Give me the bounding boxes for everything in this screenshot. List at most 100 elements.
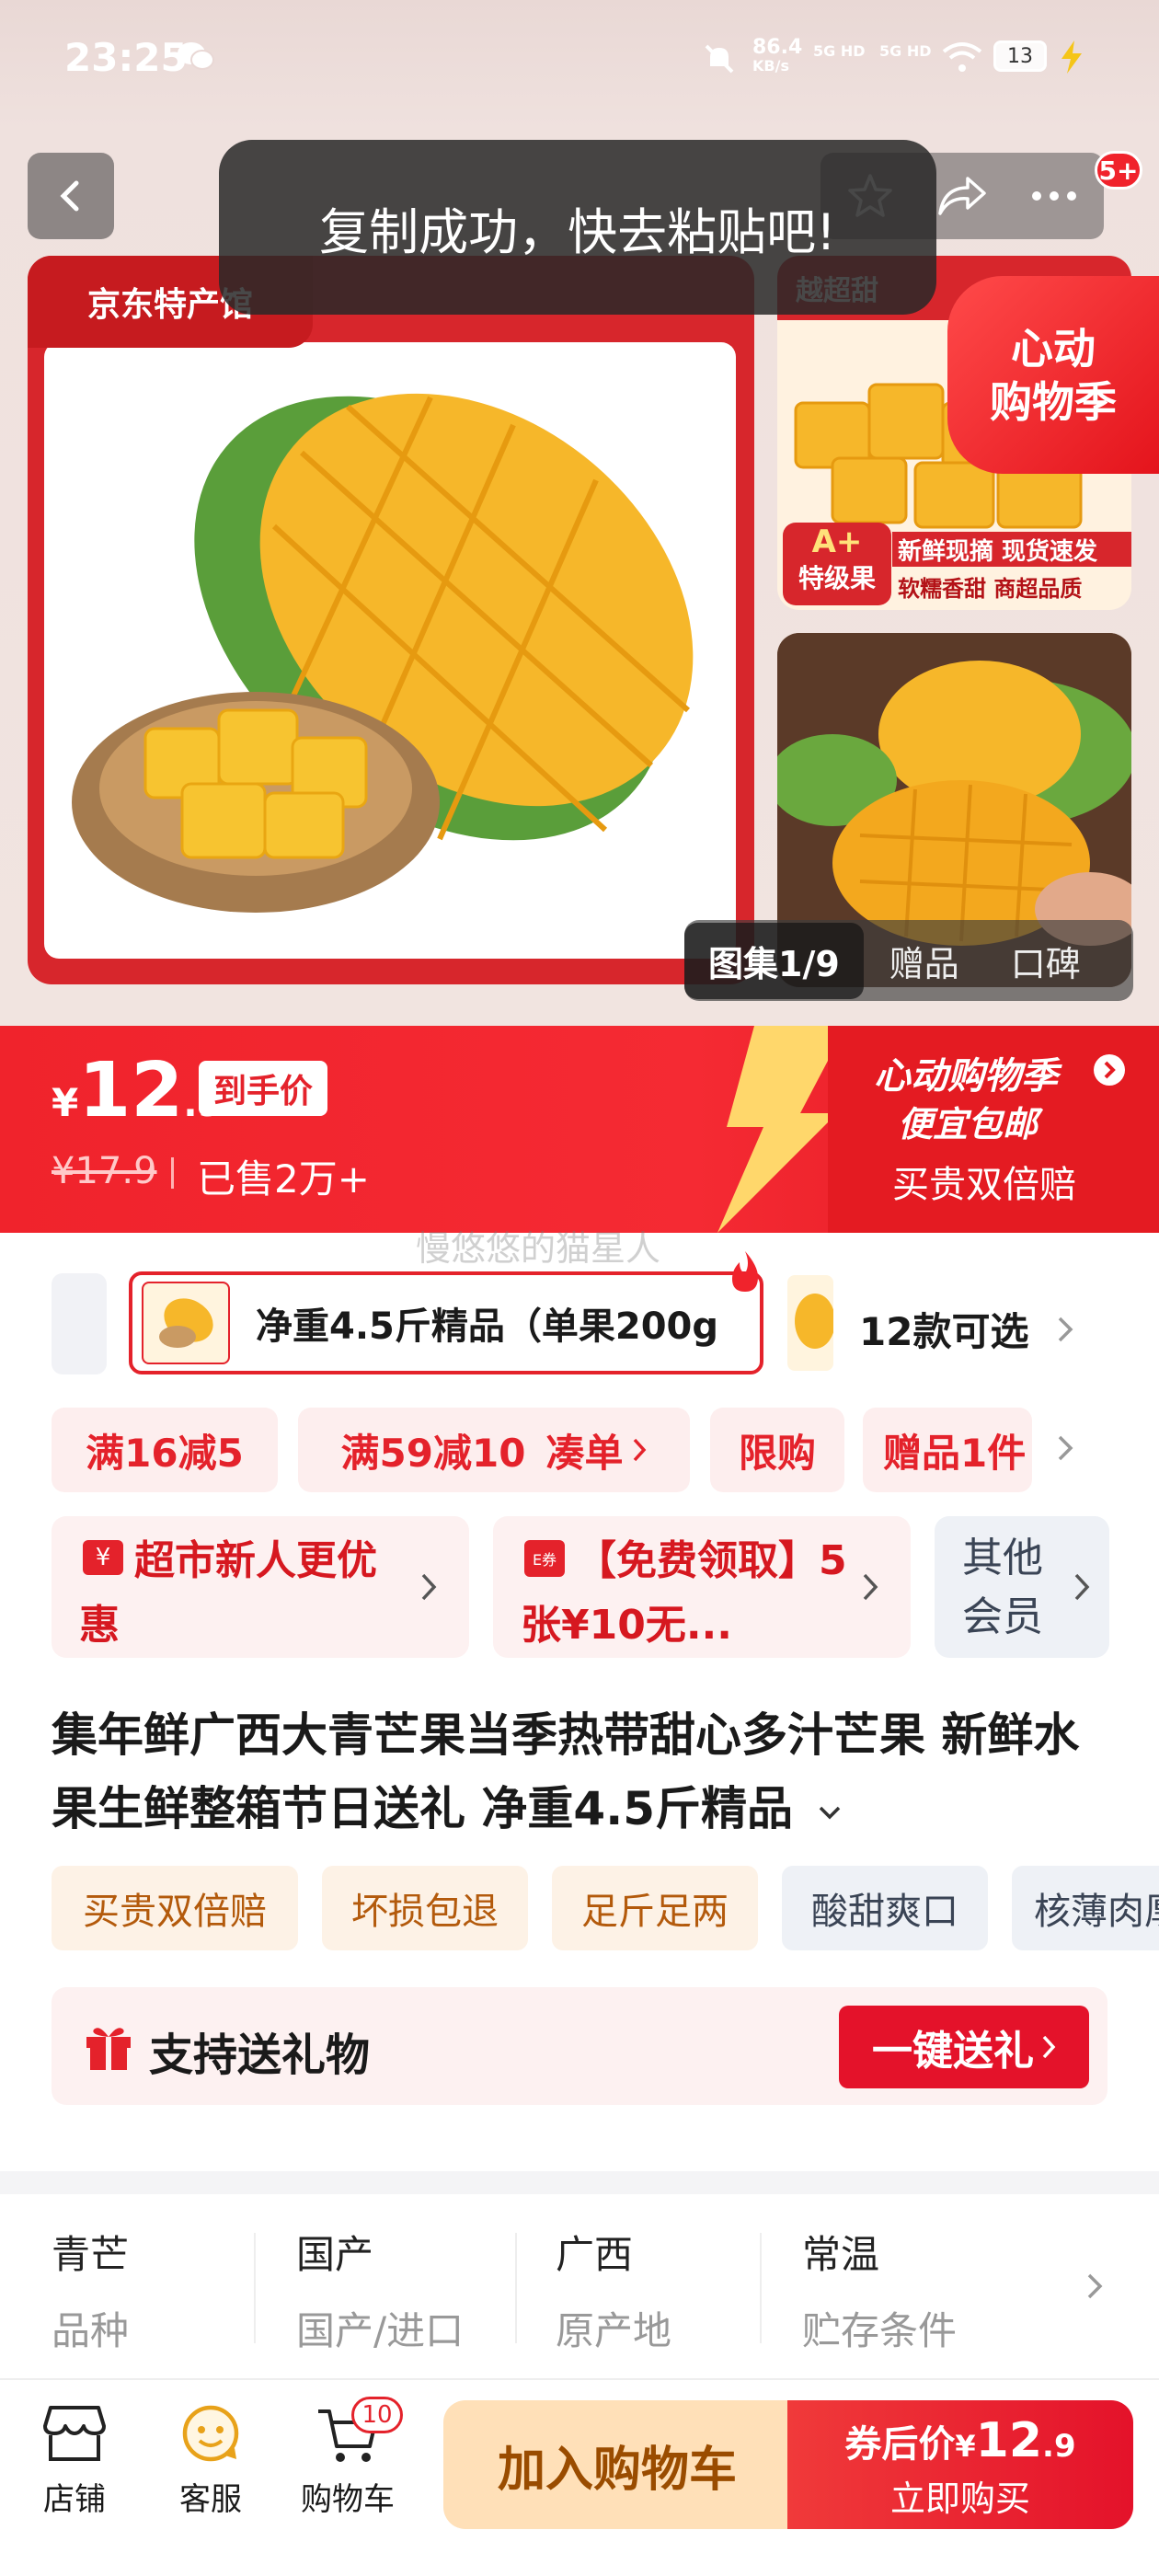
thumbnail-1-caption2: 软糯香甜 商超品质 bbox=[898, 575, 1083, 602]
spec-origin-type: 国产 国产/进口 bbox=[296, 2224, 464, 2356]
wechat-icon bbox=[177, 40, 215, 72]
main-product-image[interactable] bbox=[44, 342, 736, 959]
sold-count: 已售2万+ bbox=[197, 1156, 370, 1202]
price-integer: 12 bbox=[78, 1047, 184, 1134]
buy-now-button[interactable]: 券后价 ¥ 12 .9 立即购买 bbox=[787, 2400, 1133, 2529]
variant-next-thumb[interactable] bbox=[787, 1275, 833, 1371]
cart-button[interactable]: 购物车 10 bbox=[293, 2397, 403, 2519]
shop-button[interactable]: 店铺 bbox=[33, 2402, 116, 2519]
spec-storage-key: 贮存条件 bbox=[802, 2308, 958, 2353]
tag-sweet-sour[interactable]: 酸甜爽口 bbox=[782, 1866, 988, 1950]
variant-count-label: 12款可选 bbox=[859, 1309, 1029, 1354]
final-price-label: 到手价 bbox=[199, 1061, 328, 1116]
chevron-right-icon bbox=[1074, 1573, 1090, 1601]
spec-origin: 广西 原产地 bbox=[556, 2224, 671, 2356]
chevron-right-icon bbox=[1087, 2273, 1103, 2299]
product-title[interactable]: 集年鲜广西大青芒果当季热带甜心多汁芒果 新鲜水果生鲜整箱节日送礼 净重4.5斤精… bbox=[52, 1698, 1109, 1846]
spec-origin-key: 原产地 bbox=[556, 2308, 672, 2353]
product-title-text: 集年鲜广西大青芒果当季热带甜心多汁芒果 新鲜水果生鲜整箱节日送礼 净重4.5斤精… bbox=[52, 1708, 1080, 1835]
chevron-down-icon[interactable] bbox=[818, 1804, 842, 1821]
send-gift-label: 一键送礼 bbox=[872, 2028, 1034, 2075]
spec-divider bbox=[254, 2233, 256, 2343]
tag-full-weight[interactable]: 足斤足两 bbox=[552, 1866, 758, 1950]
battery-level: 13 bbox=[1007, 44, 1033, 68]
promo-panel[interactable]: 心动购物季 便宜包邮 买贵双倍赔 bbox=[828, 1026, 1159, 1233]
spec-variety-key: 品种 bbox=[52, 2308, 130, 2353]
add-to-cart-button[interactable]: 加入购物车 bbox=[443, 2400, 791, 2529]
more-button[interactable] bbox=[1008, 190, 1100, 201]
coupon-limit[interactable]: 限购 bbox=[710, 1408, 844, 1492]
service-button[interactable]: 客服 bbox=[169, 2402, 252, 2519]
variant-label: 净重4.5斤精品（单果200g bbox=[256, 1305, 718, 1348]
variant-prev-stub[interactable] bbox=[52, 1273, 107, 1374]
benefit-other-label: 其他会员 bbox=[962, 1535, 1043, 1640]
signal-1: 5G HD bbox=[813, 42, 866, 60]
customer-service-icon bbox=[182, 2405, 239, 2462]
benefit-coupon[interactable]: E券 【免费领取】5张¥10无... bbox=[493, 1516, 911, 1658]
coupon-2-label: 满59减10 bbox=[340, 1430, 526, 1476]
status-bar: 23:25 86.4 KB/s 5G HD 5G HD 13 bbox=[0, 0, 1159, 129]
buy-now-integer: 12 bbox=[975, 2413, 1043, 2468]
battery-icon: 13 bbox=[993, 40, 1047, 72]
tag-price-guarantee[interactable]: 买贵双倍赔 bbox=[52, 1866, 298, 1950]
lightning-icon bbox=[717, 1026, 846, 1233]
shop-label: 店铺 bbox=[43, 2481, 106, 2518]
promo-badge[interactable]: 心动 购物季 bbox=[947, 276, 1159, 474]
tag-damage-refund[interactable]: 坏损包退 bbox=[322, 1866, 528, 1950]
chevron-right-icon bbox=[421, 1573, 437, 1601]
service-label: 客服 bbox=[179, 2481, 242, 2518]
price-currency: ¥ bbox=[52, 1080, 79, 1125]
net-speed: 86.4 KB/s bbox=[752, 36, 803, 75]
spec-divider bbox=[760, 2233, 762, 2343]
chevron-left-icon bbox=[60, 180, 79, 212]
grade-badge: A+ 特级果 bbox=[783, 523, 891, 605]
coupon-2-addon: 凑单 bbox=[545, 1430, 624, 1476]
coupon-2[interactable]: 满59减10 凑单 bbox=[298, 1408, 690, 1492]
chevron-right-icon bbox=[1094, 1054, 1125, 1086]
spec-storage-value: 常温 bbox=[802, 2232, 880, 2277]
toast-message: 复制成功，快去粘贴吧! bbox=[219, 140, 936, 315]
buy-now-prefix: 券后价 bbox=[844, 2423, 956, 2466]
variant-thumb bbox=[142, 1282, 230, 1364]
buy-now-price: 券后价 ¥ 12 .9 bbox=[787, 2413, 1133, 2468]
gift-icon bbox=[86, 2028, 131, 2070]
chevron-right-icon[interactable] bbox=[1056, 1433, 1074, 1463]
back-button[interactable] bbox=[28, 153, 114, 239]
send-gift-button[interactable]: 一键送礼 bbox=[839, 2006, 1089, 2088]
coupon-1[interactable]: 满16减5 bbox=[52, 1408, 278, 1492]
coupon-gift[interactable]: 赠品1件 bbox=[863, 1408, 1032, 1492]
benefit-newuser[interactable]: ¥ 超市新人更优惠 bbox=[52, 1516, 469, 1658]
spec-origin-type-value: 国产 bbox=[296, 2232, 374, 2277]
spec-storage: 常温 贮存条件 bbox=[802, 2224, 957, 2356]
variant-count[interactable]: 12款可选 bbox=[859, 1301, 1074, 1357]
cart-count-badge: 10 bbox=[351, 2397, 403, 2433]
cart-label: 购物车 bbox=[301, 2481, 395, 2518]
mute-icon bbox=[701, 40, 738, 77]
tab-reviews[interactable]: 口碑 bbox=[985, 936, 1107, 986]
benefit-other-member[interactable]: 其他会员 bbox=[935, 1516, 1109, 1658]
buy-now-decimal: .9 bbox=[1042, 2428, 1076, 2465]
hot-flame-icon bbox=[727, 1251, 763, 1297]
more-dots-icon bbox=[1032, 191, 1076, 201]
net-speed-value: 86.4 bbox=[752, 36, 803, 59]
spec-origin-type-key: 国产/进口 bbox=[296, 2308, 465, 2353]
price-value: ¥ 12 .9 bbox=[52, 1049, 223, 1133]
variant-selected[interactable]: 净重4.5斤精品（单果200g bbox=[129, 1271, 763, 1374]
promo-badge-line2: 购物季 bbox=[990, 376, 1117, 427]
tab-gifts[interactable]: 赠品 bbox=[864, 936, 985, 986]
chevron-right-icon bbox=[1059, 1317, 1073, 1341]
gallery-tabs: 图集1/9 赠品 口碑 bbox=[684, 920, 1133, 1001]
chevron-right-icon bbox=[634, 1438, 647, 1462]
share-icon bbox=[938, 177, 986, 215]
message-badge: 5+ bbox=[1095, 151, 1142, 190]
tag-thin-core[interactable]: 核薄肉厚 bbox=[1012, 1866, 1159, 1950]
add-to-cart-label: 加入购物车 bbox=[497, 2442, 737, 2498]
promo-panel-line3: 买贵双倍赔 bbox=[892, 1164, 1076, 1206]
tab-gallery[interactable]: 图集1/9 bbox=[684, 922, 864, 999]
charging-icon bbox=[1058, 40, 1085, 77]
signal-2: 5G HD bbox=[879, 42, 932, 60]
specs-row[interactable]: 青芒 品种 国产 国产/进口 广西 原产地 常温 贮存条件 bbox=[0, 2194, 1159, 2378]
spec-variety-value: 青芒 bbox=[52, 2232, 130, 2277]
buy-now-label: 立即购买 bbox=[889, 2478, 1030, 2519]
mango-thumb-icon bbox=[795, 1294, 833, 1349]
